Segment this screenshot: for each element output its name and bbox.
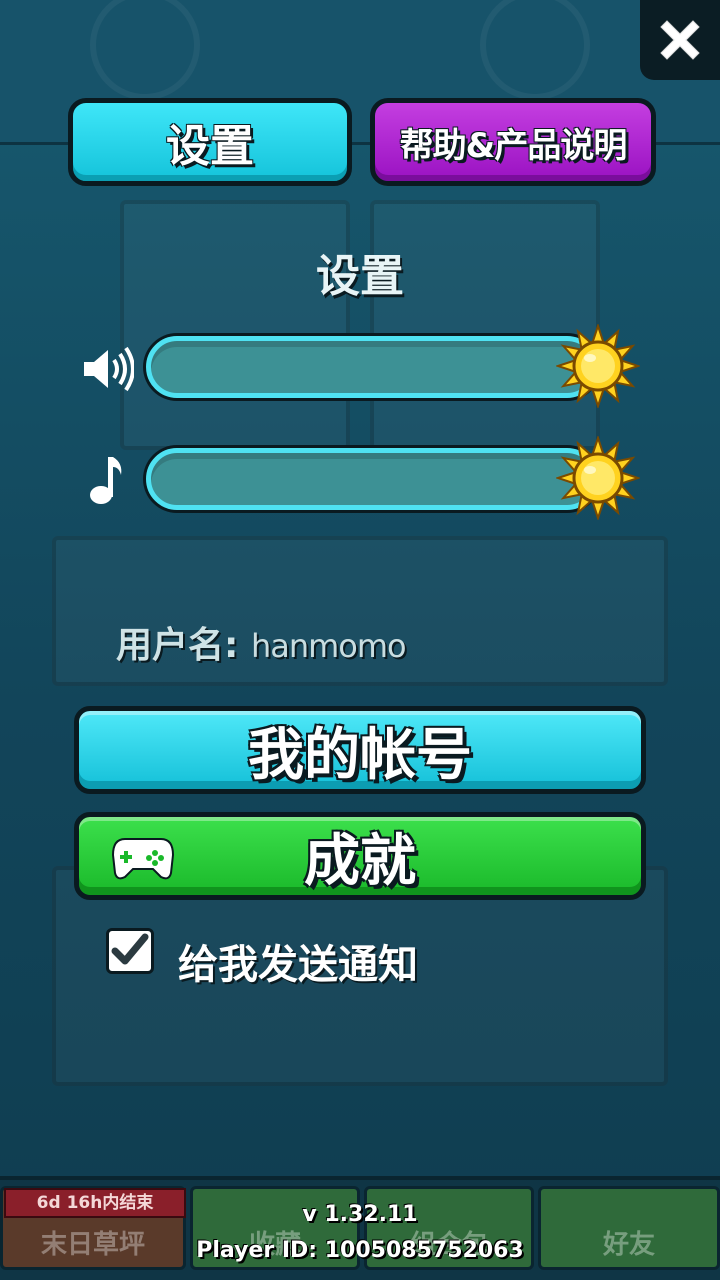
music-slider-handle-sun-icon[interactable] (554, 434, 642, 522)
speaker-icon (78, 340, 136, 398)
gamepad-icon (111, 838, 175, 880)
tab-help-label: 帮助&产品说明 (399, 125, 628, 166)
tab-settings-label: 设置 (166, 121, 254, 172)
sound-volume-fill (151, 341, 593, 393)
player-id-text: Player ID: 1005085752063 (196, 1238, 524, 1263)
music-volume-slider[interactable] (146, 448, 598, 510)
sound-slider-handle-sun-icon[interactable] (554, 322, 642, 410)
my-account-button[interactable]: 我的帐号 (74, 706, 646, 794)
username-value: hanmomo (250, 627, 407, 665)
tab-settings[interactable]: 设置 (68, 98, 352, 186)
achievements-button-label: 成就 (304, 828, 416, 894)
music-volume-fill (151, 453, 593, 505)
tab-help[interactable]: 帮助&产品说明 (370, 98, 656, 186)
version-text: v 1.32.11 (302, 1202, 418, 1227)
music-note-icon (78, 450, 136, 508)
background-plant-quest-panel (120, 200, 350, 450)
sound-volume-slider[interactable] (146, 336, 598, 398)
page-title: 设置 (316, 251, 404, 302)
username-row: 用户名: hanmomo (116, 616, 407, 668)
username-label: 用户名: (116, 625, 239, 666)
notification-label: 给我发送通知 (178, 942, 418, 988)
close-icon (660, 20, 700, 60)
my-account-button-label: 我的帐号 (248, 722, 472, 788)
achievements-button[interactable]: 成就 (74, 812, 646, 900)
close-button[interactable] (640, 0, 720, 80)
checkmark-icon (111, 933, 149, 965)
notification-checkbox[interactable] (106, 928, 154, 974)
